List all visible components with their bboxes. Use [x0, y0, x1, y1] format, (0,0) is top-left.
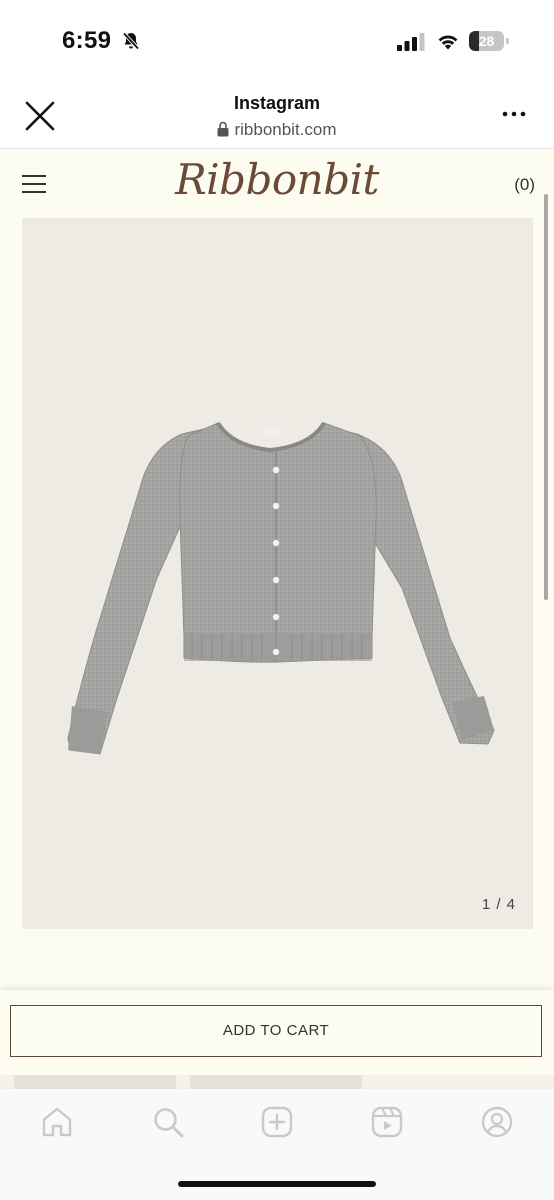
- cart-count[interactable]: (0): [514, 175, 535, 195]
- profile-icon[interactable]: [480, 1105, 514, 1139]
- lock-icon: [217, 121, 229, 137]
- status-bar: 6:59 28: [0, 0, 554, 80]
- create-icon[interactable]: [260, 1105, 294, 1139]
- cardigan-image: [67, 421, 495, 755]
- page-scrollbar[interactable]: [544, 194, 548, 600]
- site-logo[interactable]: Ribbonbit: [0, 155, 554, 204]
- add-to-cart-bar: ADD TO CART: [0, 990, 554, 1075]
- image-counter: 1 / 4: [481, 896, 516, 913]
- bell-muted-icon: [122, 32, 140, 50]
- browser-url[interactable]: ribbonbit.com: [0, 120, 554, 140]
- battery-text: 28: [478, 33, 495, 49]
- site-header: Ribbonbit (0): [0, 149, 554, 217]
- browser-title: Instagram: [233, 93, 321, 113]
- search-icon[interactable]: [151, 1105, 185, 1139]
- content-peek: [0, 1075, 554, 1089]
- more-icon[interactable]: [500, 102, 528, 126]
- url-text: ribbonbit.com: [234, 120, 337, 139]
- in-app-browser-header: Instagram ribbonbit.com: [0, 80, 554, 149]
- add-to-cart-button[interactable]: ADD TO CART: [10, 1005, 542, 1057]
- home-indicator[interactable]: [178, 1181, 376, 1187]
- reels-icon[interactable]: [370, 1105, 404, 1139]
- product-image[interactable]: 1 / 4: [22, 218, 533, 929]
- wifi-icon: [438, 35, 458, 50]
- signal-icon: [397, 33, 425, 51]
- battery-icon: 28: [469, 31, 511, 51]
- home-icon[interactable]: [40, 1105, 74, 1139]
- status-time: 6:59: [62, 27, 112, 54]
